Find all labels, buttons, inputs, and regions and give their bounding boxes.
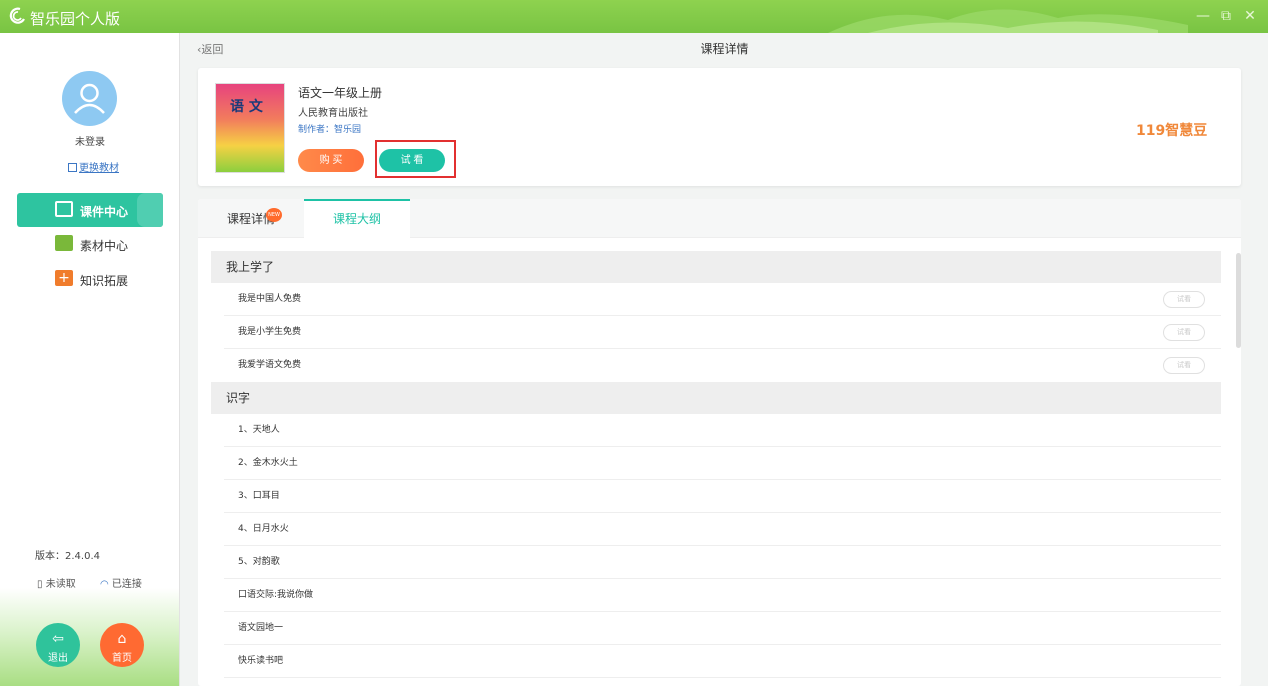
lesson-row[interactable]: 口语交际:我说你做 xyxy=(224,579,1221,612)
close-button[interactable]: ✕ xyxy=(1241,7,1259,25)
hills-decoration xyxy=(828,9,1188,33)
home-icon: ⌂ xyxy=(117,631,127,647)
maker: 制作者：智乐园 xyxy=(298,125,362,135)
home-label: 首页 xyxy=(112,653,132,664)
trial-button[interactable]: 试 看 xyxy=(379,149,445,172)
lesson-row[interactable]: 1、天地人 xyxy=(224,414,1221,447)
tab-bar: 课程详情 NEW 课程大纲 xyxy=(198,199,1241,238)
nav-label: 知识拓展 xyxy=(80,274,129,288)
reader-status: ▯ 未读取 xyxy=(37,575,76,590)
lesson-row[interactable]: 语文园地一 xyxy=(224,612,1221,645)
lesson-row[interactable]: 4、日月水火 xyxy=(224,513,1221,546)
outline-section[interactable]: 我上学了 xyxy=(211,251,1221,283)
version-text: 版本：2.4.0.4 xyxy=(35,551,100,562)
exit-button[interactable]: ⇦ 退出 xyxy=(36,623,80,667)
lesson-title: 4、日月水火 xyxy=(238,524,289,534)
lesson-title: 2、金木水火土 xyxy=(238,458,298,468)
nav-material-center[interactable]: 素材中心 xyxy=(17,227,163,261)
plus-box-icon: + xyxy=(55,270,73,286)
course-outline: 我上学了 我是中国人免费 试看 我是小学生免费 试看 我爱学语文免费 试看 识字… xyxy=(211,251,1221,678)
home-button[interactable]: ⌂ 首页 xyxy=(100,623,144,667)
publisher: 人民教育出版社 xyxy=(298,108,368,119)
nav-knowledge-extension[interactable]: + 知识拓展 xyxy=(17,262,163,296)
lesson-row[interactable]: 我是小学生免费 试看 xyxy=(224,316,1221,349)
lesson-title: 快乐读书吧 xyxy=(238,656,284,666)
book-cover[interactable]: 语 文 xyxy=(215,83,285,173)
reader-status-label: 未读取 xyxy=(45,579,76,590)
user-icon xyxy=(74,83,105,114)
lesson-trial-button[interactable]: 试看 xyxy=(1163,357,1205,374)
cover-title: 语 文 xyxy=(230,99,263,115)
lesson-row[interactable]: 2、金木水火土 xyxy=(224,447,1221,480)
tab-course-outline[interactable]: 课程大纲 xyxy=(304,199,410,238)
lesson-title: 口语交际:我说你做 xyxy=(238,590,314,600)
wifi-icon: ◠ xyxy=(100,579,109,590)
course-name: 语文一年级上册 xyxy=(298,86,383,100)
lesson-title: 语文园地一 xyxy=(238,623,284,633)
tab-label: 课程大纲 xyxy=(332,212,381,226)
login-status[interactable]: 未登录 xyxy=(0,133,180,148)
book-icon xyxy=(68,163,77,172)
content-panel: 课程详情 NEW 课程大纲 我上学了 我是中国人免费 试看 我是小学生免费 试看… xyxy=(198,199,1241,686)
page-header: ‹返回 课程详情 xyxy=(181,33,1268,61)
lesson-row[interactable]: 快乐读书吧 xyxy=(224,645,1221,678)
lesson-trial-button[interactable]: 试看 xyxy=(1163,291,1205,308)
exit-icon: ⇦ xyxy=(52,631,64,647)
courseware-icon xyxy=(55,201,73,217)
lesson-trial-button[interactable]: 试看 xyxy=(1163,324,1205,341)
sidebar: 未登录 更换教材 课件中心 素材中心 + 知识拓展 版本：2.4.0.4 ▯ 未… xyxy=(0,33,180,686)
lesson-row[interactable]: 我是中国人免费 试看 xyxy=(224,283,1221,316)
folder-icon xyxy=(55,235,73,251)
lesson-row[interactable]: 5、对韵歌 xyxy=(224,546,1221,579)
lesson-row[interactable]: 3、口耳目 xyxy=(224,480,1221,513)
price-label: 119智慧豆 xyxy=(1136,123,1208,139)
nav-label: 素材中心 xyxy=(80,239,129,253)
course-card: 语 文 语文一年级上册 人民教育出版社 制作者：智乐园 购 买 试 看 119智… xyxy=(198,68,1241,186)
change-book-link[interactable]: 更换教材 xyxy=(68,159,119,174)
lesson-title: 我是小学生免费 xyxy=(238,327,302,337)
tab-course-details[interactable]: 课程详情 NEW xyxy=(198,199,304,238)
buy-button[interactable]: 购 买 xyxy=(298,149,364,172)
app-title: 智乐园个人版 xyxy=(30,10,121,28)
outline-section[interactable]: 识字 xyxy=(211,382,1221,414)
nav-courseware-center[interactable]: 课件中心 xyxy=(17,193,163,227)
usb-icon: ▯ xyxy=(37,579,43,590)
nav-label: 课件中心 xyxy=(80,205,129,219)
change-book-label: 更换教材 xyxy=(79,163,119,174)
network-status-label: 已连接 xyxy=(111,579,142,590)
lesson-title: 5、对韵歌 xyxy=(238,557,280,567)
minimize-button[interactable]: — xyxy=(1194,7,1212,25)
lesson-title: 1、天地人 xyxy=(238,425,280,435)
new-badge: NEW xyxy=(266,208,282,222)
lesson-title: 我是中国人免费 xyxy=(238,294,302,304)
app-logo-icon xyxy=(9,7,25,24)
outline-scrollbar[interactable] xyxy=(1236,253,1241,348)
lesson-title: 3、口耳目 xyxy=(238,491,280,501)
play-decoration-icon xyxy=(137,193,163,227)
lesson-title: 我爱学语文免费 xyxy=(238,360,302,370)
page-title: 课程详情 xyxy=(700,42,749,56)
lesson-row[interactable]: 我爱学语文免费 试看 xyxy=(224,349,1221,382)
restore-button[interactable]: ⧉ xyxy=(1217,7,1235,25)
title-bar: 智乐园个人版 — ⧉ ✕ xyxy=(0,0,1268,33)
network-status: ◠ 已连接 xyxy=(100,575,142,590)
exit-label: 退出 xyxy=(48,653,68,664)
avatar[interactable] xyxy=(62,71,117,126)
